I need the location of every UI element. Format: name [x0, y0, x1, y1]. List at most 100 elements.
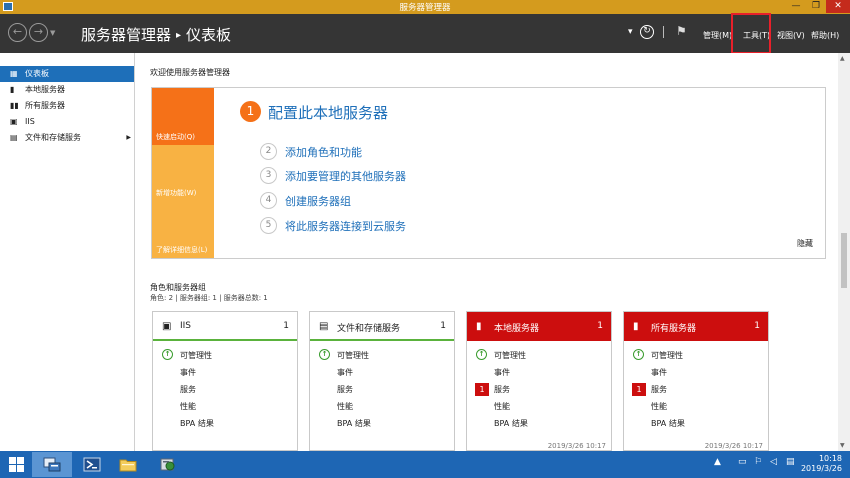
hide-welcome-link[interactable]: 隐藏: [797, 238, 813, 249]
card-row-manageability[interactable]: 可管理性: [494, 350, 526, 361]
step-number-3: 3: [260, 167, 277, 184]
taskbar-iis-manager[interactable]: [148, 452, 188, 477]
ime-icon[interactable]: ▤: [786, 457, 795, 467]
link-configure-local-server[interactable]: 配置此本地服务器: [268, 102, 388, 123]
sidebar-item-all-servers[interactable]: ▮▮ 所有服务器: [0, 98, 134, 114]
scroll-down-icon[interactable]: ▼: [840, 442, 845, 449]
card-row-bpa[interactable]: BPA 结果: [337, 418, 371, 429]
minimize-button[interactable]: —: [786, 0, 806, 13]
menu-help[interactable]: 帮助(H): [811, 30, 839, 41]
taskbar: ▲ ▭ ⚐ ◁ ▤ 10:18 2019/3/26: [0, 451, 850, 478]
sidebar-item-file-storage[interactable]: ▤ 文件和存储服务 ▶: [0, 130, 134, 146]
file-storage-icon: ▤: [10, 133, 18, 142]
speaker-icon[interactable]: ◁: [770, 457, 777, 467]
app-header: ← → ▼ 服务器管理器 ▸ 仪表板 ▾ ↻ ⚑ 管理(M) 工具(T) 视图(V)…: [0, 14, 850, 53]
card-row-events[interactable]: 事件: [494, 367, 510, 378]
menu-manage[interactable]: 管理(M): [703, 30, 732, 41]
card-row-manageability[interactable]: 可管理性: [651, 350, 683, 361]
server-icon: ▮: [476, 321, 482, 332]
tile-quick-start[interactable]: 快速启动(Q): [152, 88, 214, 145]
taskbar-powershell[interactable]: [72, 452, 112, 477]
forward-button[interactable]: →: [29, 23, 48, 42]
clock-time: 10:18: [818, 454, 842, 463]
vertical-scrollbar[interactable]: ▲ ▼: [838, 53, 850, 451]
sidebar-item-label: 文件和存储服务: [25, 133, 81, 142]
card-row-performance[interactable]: 性能: [494, 401, 510, 412]
card-row-events[interactable]: 事件: [337, 367, 353, 378]
menu-view[interactable]: 视图(V): [777, 30, 805, 41]
scrollbar-thumb[interactable]: [841, 233, 847, 288]
sidebar: ▦ 仪表板 ▮ 本地服务器 ▮▮ 所有服务器 ▣ IIS ▤ 文件和存储服务 ▶: [0, 53, 135, 451]
sidebar-item-dashboard[interactable]: ▦ 仪表板: [0, 66, 134, 82]
card-header[interactable]: ▤ 文件和存储服务 1: [310, 312, 454, 341]
status-ok-icon: ↑: [162, 349, 173, 360]
taskbar-server-manager[interactable]: [32, 452, 72, 477]
card-row-events[interactable]: 事件: [651, 367, 667, 378]
file-storage-icon: ▤: [319, 321, 329, 332]
tile-label: 了解详细信息(L): [156, 246, 208, 254]
link-connect-cloud-services[interactable]: 将此服务器连接到云服务: [285, 218, 406, 234]
card-row-bpa[interactable]: BPA 结果: [494, 418, 528, 429]
link-add-other-servers[interactable]: 添加要管理的其他服务器: [285, 168, 406, 184]
sidebar-item-local-server[interactable]: ▮ 本地服务器: [0, 82, 134, 98]
iis-manager-icon: [160, 458, 175, 471]
link-create-server-group[interactable]: 创建服务器组: [285, 193, 351, 209]
card-row-services[interactable]: 服务: [494, 384, 510, 395]
refresh-dropdown-icon[interactable]: ▾: [628, 27, 633, 37]
role-card-all-servers[interactable]: ▮ 所有服务器 1 ↑ 可管理性 事件 1 服务 性能 BPA 结果 2019/…: [623, 311, 769, 451]
breadcrumb-root[interactable]: 服务器管理器: [81, 26, 171, 44]
card-row-services[interactable]: 服务: [337, 384, 353, 395]
card-title: 所有服务器: [651, 324, 697, 334]
network-icon[interactable]: ▭: [738, 457, 747, 467]
taskbar-clock[interactable]: 10:18 2019/3/26: [801, 454, 842, 474]
roles-section-title: 角色和服务器组: [150, 283, 206, 292]
card-header[interactable]: ▣ IIS 1: [153, 312, 297, 341]
taskbar-file-explorer[interactable]: [108, 452, 148, 477]
history-dropdown-icon[interactable]: ▼: [50, 29, 55, 37]
expand-arrow-icon[interactable]: ▶: [126, 130, 131, 146]
servers-icon: ▮▮: [10, 101, 19, 110]
server-icon: ▮: [10, 85, 15, 94]
card-row-services[interactable]: 服务: [180, 384, 196, 395]
card-row-bpa[interactable]: BPA 结果: [651, 418, 685, 429]
card-row-performance[interactable]: 性能: [651, 401, 667, 412]
status-ok-icon: ↑: [476, 349, 487, 360]
sidebar-item-iis[interactable]: ▣ IIS: [0, 114, 134, 130]
close-button[interactable]: ✕: [826, 0, 850, 13]
notifications-flag-icon[interactable]: ⚑: [676, 24, 687, 38]
link-add-roles-features[interactable]: 添加角色和功能: [285, 144, 362, 160]
action-center-icon[interactable]: ⚐: [754, 457, 762, 467]
card-count: 1: [283, 321, 289, 331]
card-row-performance[interactable]: 性能: [180, 401, 196, 412]
tray-expand-icon[interactable]: ▲: [714, 457, 721, 467]
card-header[interactable]: ▮ 所有服务器 1: [624, 312, 768, 341]
sidebar-item-label: 所有服务器: [25, 101, 65, 110]
card-row-manageability[interactable]: 可管理性: [337, 350, 369, 361]
step-number-2: 2: [260, 143, 277, 160]
role-card-local-server[interactable]: ▮ 本地服务器 1 ↑ 可管理性 事件 1 服务 性能 BPA 结果 2019/…: [466, 311, 612, 451]
scroll-up-icon[interactable]: ▲: [840, 55, 845, 62]
card-row-manageability[interactable]: 可管理性: [180, 350, 212, 361]
card-row-bpa[interactable]: BPA 结果: [180, 418, 214, 429]
restore-button[interactable]: ❐: [806, 0, 826, 13]
step-number-5: 5: [260, 217, 277, 234]
dashboard-icon: ▦: [10, 69, 18, 78]
sidebar-item-label: 本地服务器: [25, 85, 65, 94]
card-count: 1: [597, 321, 603, 331]
role-card-file-storage[interactable]: ▤ 文件和存储服务 1 ↑ 可管理性 事件 服务 性能 BPA 结果: [309, 311, 455, 451]
card-header[interactable]: ▮ 本地服务器 1: [467, 312, 611, 341]
card-row-services[interactable]: 服务: [651, 384, 667, 395]
card-timestamp: 2019/3/26 10:17: [704, 442, 763, 450]
card-row-performance[interactable]: 性能: [337, 401, 353, 412]
card-row-events[interactable]: 事件: [180, 367, 196, 378]
role-card-iis[interactable]: ▣ IIS 1 ↑ 可管理性 事件 服务 性能 BPA 结果: [152, 311, 298, 451]
card-title: 文件和存储服务: [337, 324, 401, 334]
status-ok-icon: ↑: [319, 349, 330, 360]
tile-whats-new[interactable]: 新增功能(W): [152, 145, 214, 201]
refresh-icon[interactable]: ↻: [640, 25, 654, 39]
card-count: 1: [754, 321, 760, 331]
back-button[interactable]: ←: [8, 23, 27, 42]
window-titlebar: 服务器管理器 — ❐ ✕: [0, 0, 850, 14]
windows-logo-icon: [9, 457, 24, 472]
tile-learn-more[interactable]: 了解详细信息(L): [152, 201, 214, 258]
